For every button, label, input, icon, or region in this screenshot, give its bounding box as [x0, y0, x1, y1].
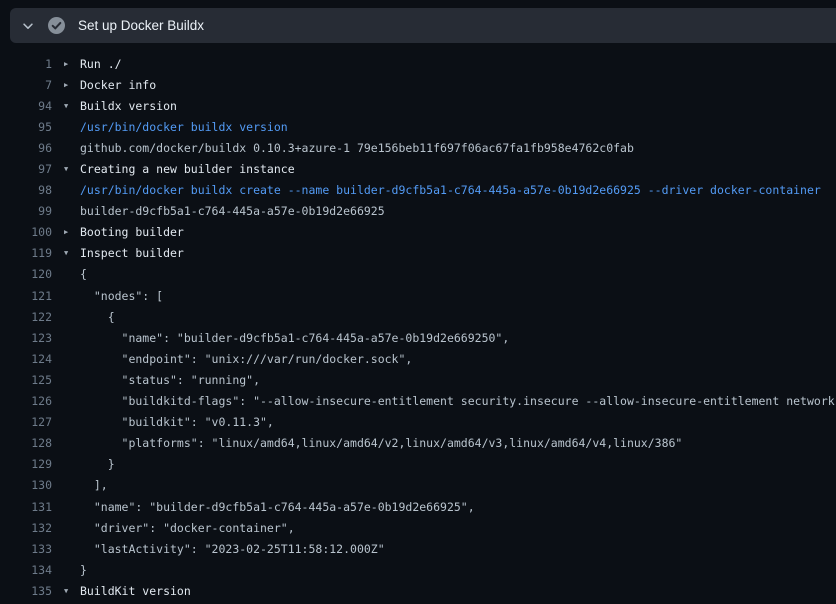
log-line: 132 "driver": "docker-container", [0, 517, 836, 538]
log-line: 96 github.com/docker/buildx 0.10.3+azure-… [0, 137, 836, 158]
log-line: 125 "status": "running", [0, 369, 836, 390]
log-line: 99 builder-d9cfb5a1-c764-445a-a57e-0b19d2… [0, 201, 836, 222]
line-number[interactable]: 123 [0, 331, 52, 345]
line-number[interactable]: 134 [0, 563, 52, 577]
log-output-text: "name": "builder-d9cfb5a1-c764-445a-a57e… [78, 500, 475, 514]
line-number[interactable]: 127 [0, 415, 52, 429]
line-number[interactable]: 126 [0, 394, 52, 408]
log-output-text: } [78, 563, 87, 577]
triangle-down-icon[interactable]: ▼ [64, 102, 78, 110]
log-output-text: { [78, 310, 115, 324]
line-number[interactable]: 128 [0, 436, 52, 450]
log-line: 134} [0, 559, 836, 580]
log-output-text: "status": "running", [78, 373, 260, 387]
log-line: 122 { [0, 306, 836, 327]
log-line: 126 "buildkitd-flags": "--allow-insecure… [0, 391, 836, 412]
group-title: Run ./ [78, 57, 122, 71]
log-output-text: "buildkit": "v0.11.3", [78, 415, 274, 429]
line-number[interactable]: 97 [0, 162, 52, 176]
check-circle-icon [48, 17, 65, 34]
triangle-right-icon[interactable]: ▶ [64, 60, 78, 68]
log-line: 127 "buildkit": "v0.11.3", [0, 412, 836, 433]
log-output-text: "endpoint": "unix:///var/run/docker.sock… [78, 352, 412, 366]
chevron-down-icon[interactable] [20, 18, 36, 34]
group-title: Buildx version [78, 99, 177, 113]
group-title: Docker info [78, 78, 156, 92]
log-line: 129 } [0, 454, 836, 475]
log-line: 131 "name": "builder-d9cfb5a1-c764-445a-… [0, 496, 836, 517]
log-area: 1▶Run ./7▶Docker info94▼Buildx version95… [0, 53, 836, 604]
log-output-text: "buildkitd-flags": "--allow-insecure-ent… [78, 394, 836, 408]
line-number[interactable]: 122 [0, 310, 52, 324]
log-output-text: "lastActivity": "2023-02-25T11:58:12.000… [78, 542, 385, 556]
log-output-text: { [78, 267, 87, 281]
log-line: 95/usr/bin/docker buildx version [0, 116, 836, 137]
log-group-line[interactable]: 119 ▼Inspect builder [0, 243, 836, 264]
log-output-text: ], [78, 478, 108, 492]
log-line: 123 "name": "builder-d9cfb5a1-c764-445a-… [0, 327, 836, 348]
log-output-text: "platforms": "linux/amd64,linux/amd64/v2… [78, 436, 682, 450]
line-number[interactable]: 94 [0, 99, 52, 113]
triangle-down-icon[interactable]: ▼ [64, 165, 78, 173]
log-output-text: builder-d9cfb5a1-c764-445a-a57e-0b19d2e6… [78, 204, 385, 218]
log-line: 133 "lastActivity": "2023-02-25T11:58:12… [0, 538, 836, 559]
group-title: Creating a new builder instance [78, 162, 295, 176]
line-number[interactable]: 7 [0, 78, 52, 92]
group-title: BuildKit version [78, 584, 191, 598]
log-group-line[interactable]: 7 ▶Docker info [0, 74, 836, 95]
log-output-text: "nodes": [ [78, 289, 163, 303]
log-output-text: "driver": "docker-container", [78, 521, 295, 535]
log-group-line[interactable]: 100 ▶Booting builder [0, 222, 836, 243]
line-number[interactable]: 99 [0, 204, 52, 218]
log-group-line[interactable]: 97 ▼Creating a new builder instance [0, 158, 836, 179]
line-number[interactable]: 1 [0, 57, 52, 71]
log-line: 121 "nodes": [ [0, 285, 836, 306]
triangle-right-icon[interactable]: ▶ [64, 228, 78, 236]
log-output-text: github.com/docker/buildx 0.10.3+azure-1 … [78, 141, 634, 155]
log-line: 130 ], [0, 475, 836, 496]
log-output-text: } [78, 457, 115, 471]
line-number[interactable]: 120 [0, 267, 52, 281]
triangle-down-icon[interactable]: ▼ [64, 249, 78, 257]
line-number[interactable]: 132 [0, 521, 52, 535]
log-line: 124 "endpoint": "unix:///var/run/docker.… [0, 348, 836, 369]
line-number[interactable]: 100 [0, 225, 52, 239]
log-command-text: /usr/bin/docker buildx create --name bui… [78, 183, 821, 197]
line-number[interactable]: 119 [0, 246, 52, 260]
step-header[interactable]: Set up Docker Buildx [10, 8, 836, 43]
line-number[interactable]: 98 [0, 183, 52, 197]
log-command-text: /usr/bin/docker buildx version [78, 120, 288, 134]
log-line: 128 "platforms": "linux/amd64,linux/amd6… [0, 433, 836, 454]
line-number[interactable]: 135 [0, 584, 52, 598]
group-title: Inspect builder [78, 246, 184, 260]
line-number[interactable]: 131 [0, 500, 52, 514]
log-output-text: "name": "builder-d9cfb5a1-c764-445a-a57e… [78, 331, 509, 345]
triangle-right-icon[interactable]: ▶ [64, 81, 78, 89]
log-line: 120 { [0, 264, 836, 285]
group-title: Booting builder [78, 225, 184, 239]
line-number[interactable]: 95 [0, 120, 52, 134]
triangle-down-icon[interactable]: ▼ [64, 587, 78, 595]
line-number[interactable]: 121 [0, 289, 52, 303]
line-number[interactable]: 96 [0, 141, 52, 155]
log-line: 98/usr/bin/docker buildx create --name b… [0, 180, 836, 201]
line-number[interactable]: 124 [0, 352, 52, 366]
log-group-line[interactable]: 135 ▼BuildKit version [0, 580, 836, 601]
step-title: Set up Docker Buildx [78, 18, 204, 33]
line-number[interactable]: 129 [0, 457, 52, 471]
log-group-line[interactable]: 1 ▶Run ./ [0, 53, 836, 74]
line-number[interactable]: 133 [0, 542, 52, 556]
line-number[interactable]: 125 [0, 373, 52, 387]
line-number[interactable]: 130 [0, 478, 52, 492]
log-group-line[interactable]: 94 ▼Buildx version [0, 95, 836, 116]
